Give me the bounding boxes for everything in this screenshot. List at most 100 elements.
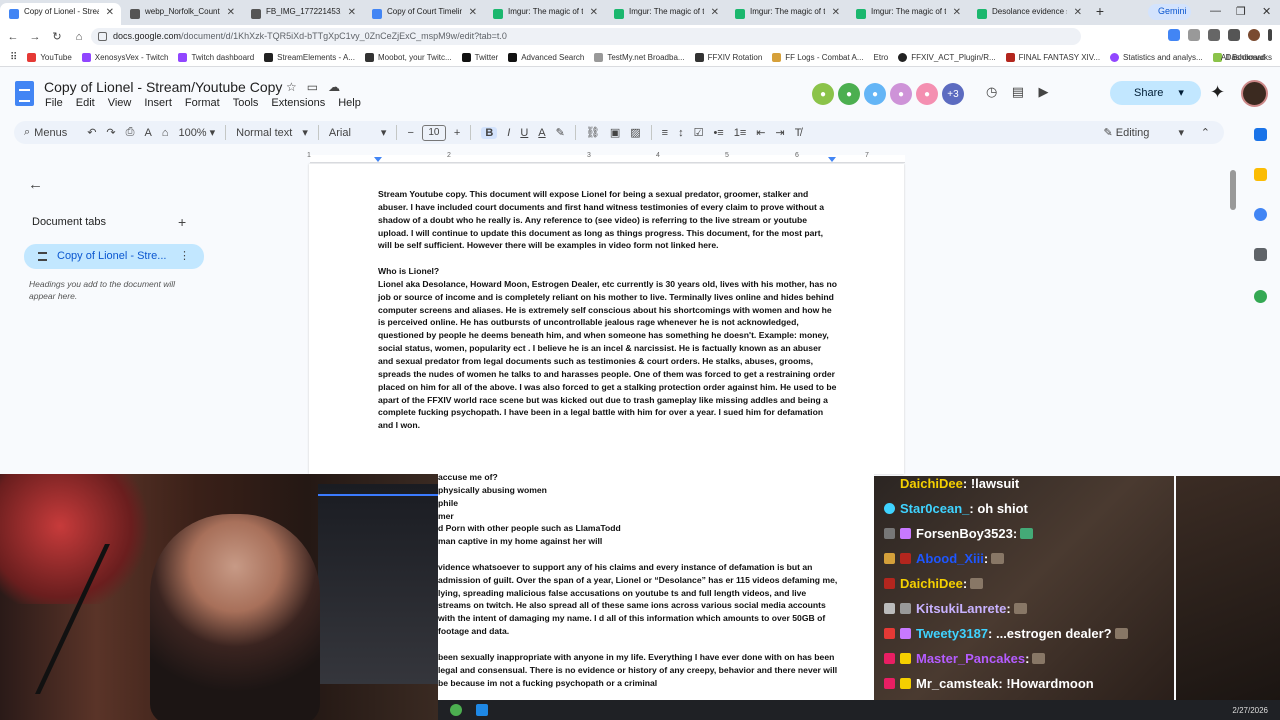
close-tab-icon[interactable]: ✕ [953, 7, 961, 18]
bookmark-item[interactable]: Etro [874, 53, 889, 62]
close-tab-icon[interactable]: ✕ [469, 7, 477, 18]
print-icon[interactable]: ⎙ [126, 126, 135, 139]
chevron-up-icon[interactable]: ⌃ [1201, 126, 1210, 139]
font-size-input[interactable]: 10 [421, 124, 446, 141]
menu-help[interactable]: Help [338, 97, 361, 109]
close-tab-icon[interactable]: ✕ [1074, 7, 1082, 18]
browser-tab[interactable]: Imgur: The magic of the✕ [726, 3, 847, 25]
chevron-down-icon[interactable]: ▾ [381, 126, 387, 139]
menu-extensions[interactable]: Extensions [271, 97, 325, 109]
minimize-icon[interactable]: — [1210, 5, 1221, 17]
site-info-icon[interactable] [98, 32, 107, 41]
bookmark-item[interactable]: Moobot, your Twitc... [364, 52, 452, 62]
right-indent-marker[interactable] [828, 157, 836, 162]
maximize-icon[interactable]: ❐ [1236, 5, 1246, 18]
document-scrollbar[interactable] [1230, 170, 1236, 210]
checklist-icon[interactable]: ☑ [694, 126, 704, 139]
italic-icon[interactable]: I [507, 127, 510, 139]
bookmark-item[interactable]: StreamElements - A... [264, 52, 355, 62]
browser-tab-docs[interactable]: Copy of Lionel - Stream/Y✕ [0, 3, 121, 25]
bookmark-item[interactable]: YouTube [27, 52, 72, 62]
menu-file[interactable]: File [45, 97, 63, 109]
highlight-icon[interactable]: ✎ [556, 126, 565, 139]
close-window-icon[interactable]: ✕ [1262, 5, 1271, 18]
bookmark-item[interactable]: FF Logs - Combat A... [772, 52, 864, 62]
calendar-icon[interactable] [1254, 128, 1267, 141]
apps-icon[interactable]: ⠿ [10, 52, 17, 63]
bulleted-list-icon[interactable]: •≡ [713, 127, 723, 139]
back-arrow-icon[interactable]: ← [28, 176, 43, 193]
insert-image-icon[interactable]: ▨ [630, 126, 640, 139]
document-body-lower[interactable]: accuse me of? physically abusing women p… [438, 471, 838, 702]
google-docs-logo-icon[interactable] [15, 81, 34, 106]
tasks-icon[interactable] [1254, 208, 1267, 221]
left-indent-marker[interactable] [374, 157, 382, 162]
new-tab-button[interactable]: + [1089, 3, 1111, 25]
align-icon[interactable]: ≡ [662, 127, 668, 139]
menu-tools[interactable]: Tools [233, 97, 259, 109]
extension-icon[interactable] [1168, 29, 1180, 41]
bold-icon[interactable]: B [481, 126, 498, 139]
clear-formatting-icon[interactable]: T̸ [795, 127, 802, 139]
decrease-font-icon[interactable]: − [407, 127, 413, 139]
collaborator-avatar[interactable]: ● [812, 83, 834, 105]
browser-tab[interactable]: Desolance evidence shee✕ [968, 3, 1089, 25]
text-color-icon[interactable]: A [538, 127, 545, 139]
profile-icon[interactable] [1248, 29, 1260, 41]
search-menus-icon[interactable]: ⌕ [24, 126, 30, 139]
bookmark-item[interactable]: Twitter [461, 52, 498, 62]
extension-icon[interactable] [1188, 29, 1200, 41]
document-body[interactable]: Stream Youtube copy. This document will … [378, 188, 838, 445]
close-tab-icon[interactable]: ✕ [711, 7, 719, 18]
collaborator-avatar[interactable]: ● [838, 83, 860, 105]
collaborator-avatar[interactable]: ● [890, 83, 912, 105]
chevron-down-icon[interactable]: ▾ [210, 126, 216, 139]
contacts-icon[interactable] [1254, 248, 1267, 261]
download-icon[interactable] [1228, 29, 1240, 41]
bookmark-item[interactable]: Twitch dashboard [178, 52, 254, 62]
forward-icon[interactable]: → [24, 31, 46, 43]
document-tab-item[interactable]: Copy of Lionel - Stre... ⋮ [24, 244, 204, 269]
add-tab-icon[interactable]: + [178, 214, 186, 230]
all-bookmarks-button[interactable]: All Bookmarks [1221, 53, 1272, 62]
paint-format-icon[interactable]: ⌂ [162, 127, 169, 139]
add-comment-icon[interactable]: ▣ [610, 126, 620, 139]
more-options-icon[interactable]: ⋮ [179, 249, 190, 262]
chevron-down-icon[interactable]: ▾ [302, 126, 308, 139]
decrease-indent-icon[interactable]: ⇤ [756, 126, 765, 139]
app-icon[interactable] [450, 704, 462, 716]
increase-font-icon[interactable]: + [454, 127, 460, 139]
zoom-select[interactable]: 100% [178, 127, 206, 139]
menu-insert[interactable]: Insert [144, 97, 172, 109]
bookmark-item[interactable]: FFXIV Rotation [694, 52, 762, 62]
back-icon[interactable]: ← [2, 31, 24, 43]
reload-icon[interactable]: ↻ [46, 30, 68, 43]
document-title[interactable]: Copy of Lionel - Stream/Youtube Copy [44, 79, 282, 95]
browser-tab[interactable]: Imgur: The magic of the✕ [484, 3, 605, 25]
meet-icon[interactable]: ▶ [1039, 84, 1049, 99]
star-icon[interactable]: ☆ [286, 80, 307, 94]
close-tab-icon[interactable]: ✕ [348, 7, 356, 18]
account-avatar[interactable] [1241, 80, 1268, 107]
close-tab-icon[interactable]: ✕ [590, 7, 598, 18]
bookmark-item[interactable]: Statistics and analys... [1110, 52, 1203, 62]
more-collaborators-badge[interactable]: +3 [942, 83, 964, 105]
keep-icon[interactable] [1254, 168, 1267, 181]
line-spacing-icon[interactable]: ↕ [678, 127, 684, 139]
bookmark-item[interactable]: Advanced Search [508, 52, 584, 62]
ruler[interactable]: 1 2 3 4 5 6 7 [307, 152, 905, 163]
undo-icon[interactable]: ↶ [87, 126, 96, 139]
gemini-icon[interactable]: ✦ [1210, 82, 1225, 103]
font-select[interactable]: Arial [329, 127, 351, 139]
redo-icon[interactable]: ↷ [106, 126, 115, 139]
menu-icon[interactable] [1268, 29, 1272, 41]
browser-tab[interactable]: FB_IMG_177221453141S✕ [242, 3, 363, 25]
increase-indent-icon[interactable]: ⇥ [775, 126, 784, 139]
browser-tab[interactable]: Copy of Court Timeline ✕ [363, 3, 484, 25]
close-tab-icon[interactable]: ✕ [832, 7, 840, 18]
home-icon[interactable]: ⌂ [68, 31, 90, 43]
gemini-button[interactable]: Gemini [1148, 4, 1191, 20]
spellcheck-icon[interactable]: A [144, 127, 151, 139]
app-icon[interactable] [476, 704, 488, 716]
editing-mode-select[interactable]: ✎ Editing ▾ [1103, 126, 1184, 139]
